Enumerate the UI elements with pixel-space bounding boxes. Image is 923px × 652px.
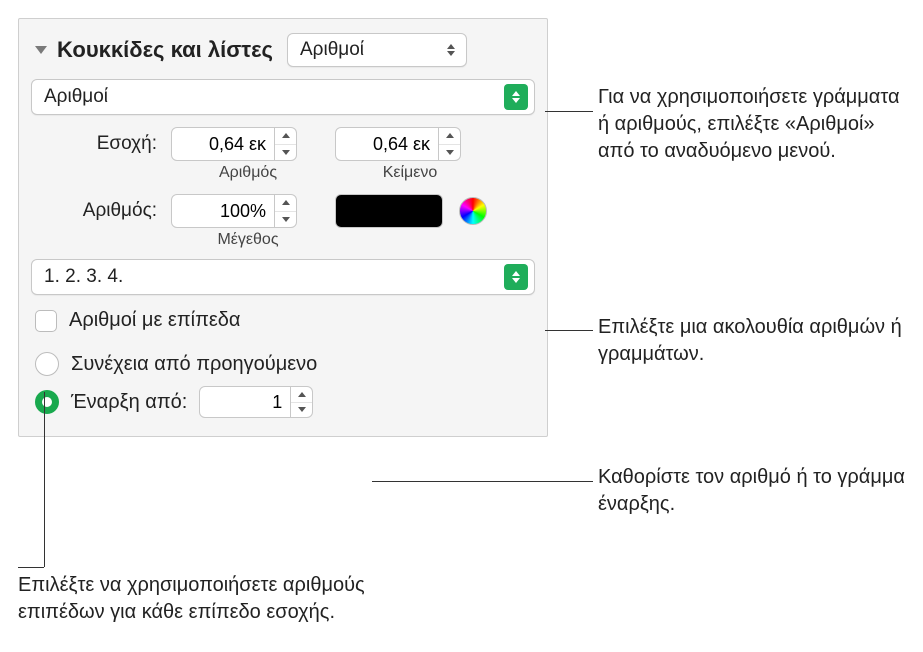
- indent-sublabels: Αριθμός Κείμενο: [31, 164, 535, 182]
- number-size-field[interactable]: [171, 194, 275, 228]
- number-style-value: Αριθμοί: [44, 86, 108, 108]
- tiered-numbers-label: Αριθμοί με επίπεδα: [69, 309, 241, 332]
- step-up-icon: [275, 128, 296, 145]
- step-up-icon: [291, 387, 312, 403]
- tiered-numbers-row: Αριθμοί με επίπεδα: [31, 309, 535, 332]
- list-type-value: Αριθμοί: [300, 39, 364, 61]
- chevron-updown-icon: [504, 84, 528, 110]
- number-size-stepper: [171, 194, 297, 228]
- number-size-sublabel: Μέγεθος: [185, 231, 311, 249]
- indent-number-field[interactable]: [171, 127, 275, 161]
- number-size-stepper-buttons[interactable]: [275, 194, 297, 228]
- chevron-updown-icon: [442, 39, 460, 61]
- color-picker-icon[interactable]: [459, 197, 487, 225]
- chevron-updown-icon: [504, 264, 528, 290]
- step-down-icon: [291, 403, 312, 418]
- start-from-stepper: [199, 386, 313, 418]
- continue-row: Συνέχεια από προηγούμενο: [31, 352, 535, 376]
- callout-line: [545, 111, 593, 112]
- list-type-select[interactable]: Αριθμοί: [287, 33, 467, 67]
- bullets-lists-panel: Κουκκίδες και λίστες Αριθμοί Αριθμοί Εσο…: [18, 18, 548, 437]
- indent-label: Εσοχή:: [31, 133, 161, 155]
- callout-line: [545, 330, 593, 331]
- number-sequence-select[interactable]: 1. 2. 3. 4.: [31, 259, 535, 295]
- start-from-stepper-buttons[interactable]: [291, 386, 313, 418]
- number-style-select[interactable]: Αριθμοί: [31, 79, 535, 115]
- start-from-row: Έναρξη από:: [31, 386, 535, 418]
- indent-text-stepper-buttons[interactable]: [439, 127, 461, 161]
- indent-text-field[interactable]: [335, 127, 439, 161]
- panel-title: Κουκκίδες και λίστες: [57, 37, 273, 63]
- callout-start: Καθορίστε τον αριθμό ή το γράμμα έναρξης…: [598, 464, 918, 518]
- callout-line: [372, 481, 593, 482]
- indent-number-stepper-buttons[interactable]: [275, 127, 297, 161]
- start-from-radio[interactable]: [35, 390, 59, 414]
- disclosure-triangle-icon[interactable]: [35, 46, 47, 54]
- indent-row: Εσοχή:: [31, 127, 535, 161]
- step-up-icon: [275, 195, 296, 212]
- step-down-icon: [275, 145, 296, 161]
- continue-radio[interactable]: [35, 352, 59, 376]
- step-down-icon: [439, 145, 460, 161]
- callout-style: Για να χρησιμοποιήσετε γράμματα ή αριθμο…: [598, 84, 908, 165]
- callout-tiered: Επιλέξτε να χρησιμοποιήσετε αριθμούς επι…: [18, 572, 448, 626]
- callout-line: [18, 567, 44, 568]
- number-color-well[interactable]: [335, 194, 443, 228]
- step-up-icon: [439, 128, 460, 145]
- panel-header: Κουκκίδες και λίστες Αριθμοί: [31, 33, 535, 67]
- step-down-icon: [275, 212, 296, 228]
- callout-line: [44, 392, 45, 567]
- start-from-label: Έναρξη από:: [71, 391, 187, 414]
- indent-number-sublabel: Αριθμός: [185, 164, 311, 182]
- number-row: Αριθμός:: [31, 194, 535, 228]
- indent-number-stepper: [171, 127, 297, 161]
- indent-text-stepper: [335, 127, 461, 161]
- callout-sequence: Επιλέξτε μια ακολουθία αριθμών ή γραμμάτ…: [598, 314, 918, 368]
- continue-label: Συνέχεια από προηγούμενο: [71, 353, 317, 376]
- indent-text-sublabel: Κείμενο: [347, 164, 473, 182]
- start-from-field[interactable]: [199, 386, 291, 418]
- number-sublabels: Μέγεθος: [31, 231, 535, 249]
- number-sequence-value: 1. 2. 3. 4.: [44, 266, 123, 288]
- tiered-numbers-checkbox[interactable]: [35, 310, 57, 332]
- number-label: Αριθμός:: [31, 200, 161, 222]
